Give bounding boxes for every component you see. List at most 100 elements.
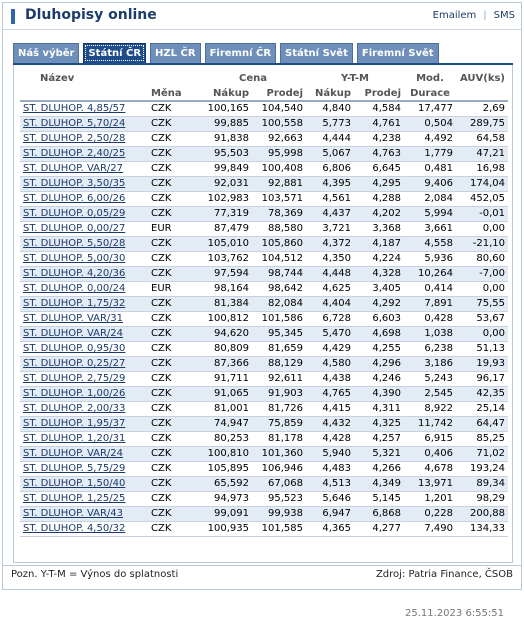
bond-name-link[interactable]: ST. DLUHOP. 3,50/35 <box>23 178 125 189</box>
price-sell-cell: 78,369 <box>252 206 306 222</box>
bond-name-link[interactable]: ST. DLUHOP. 1,25/25 <box>23 493 125 504</box>
price-buy-cell: 97,594 <box>200 266 252 282</box>
bond-name-link[interactable]: ST. DLUHOP. 1,50/40 <box>23 478 125 489</box>
col-header-duration: Durace <box>404 86 456 102</box>
auv-cell: 47,21 <box>456 146 508 162</box>
currency-cell: CZK <box>148 476 200 492</box>
bond-name-link[interactable]: ST. DLUHOP. 2,75/29 <box>23 373 125 384</box>
bond-name-link[interactable]: ST. DLUHOP. VAR/43 <box>23 508 123 519</box>
auv-cell: 64,58 <box>456 131 508 147</box>
bond-name-link[interactable]: ST. DLUHOP. 2,00/33 <box>23 403 125 414</box>
table-row: ST. DLUHOP. 0,00/24 EUR 98,164 98,642 4,625 3… <box>20 281 508 297</box>
bond-name-link[interactable]: ST. DLUHOP. 1,75/32 <box>23 298 125 309</box>
tab-firemni-cr[interactable]: Firemní ČR <box>204 43 277 63</box>
bond-name-link[interactable]: ST. DLUHOP. 1,20/31 <box>23 433 125 444</box>
bond-name-link[interactable]: ST. DLUHOP. 5,75/29 <box>23 463 125 474</box>
price-sell-cell: 106,946 <box>252 461 306 477</box>
header-row-groups: Název Cena Y-T-M Mod. AUV(ks) <box>20 71 508 86</box>
ytm-buy-cell: 6,728 <box>306 311 354 327</box>
bond-name-link[interactable]: ST. DLUHOP. 4,20/36 <box>23 268 125 279</box>
ytm-buy-cell: 4,438 <box>306 371 354 387</box>
duration-cell: 2,084 <box>404 191 456 207</box>
price-buy-cell: 105,010 <box>200 236 252 252</box>
bond-name-link[interactable]: ST. DLUHOP. 0,05/29 <box>23 208 125 219</box>
price-sell-cell: 101,360 <box>252 446 306 462</box>
auv-cell: -7,00 <box>456 266 508 282</box>
tab-nas-vyber[interactable]: Náš výběr <box>13 43 80 63</box>
duration-cell: 0,504 <box>404 116 456 132</box>
ytm-buy-cell: 4,395 <box>306 176 354 192</box>
price-buy-cell: 95,503 <box>200 146 252 162</box>
bond-name-link[interactable]: ST. DLUHOP. 0,95/30 <box>23 343 125 354</box>
currency-cell: CZK <box>148 416 200 432</box>
bond-name-link[interactable]: ST. DLUHOP. 6,00/26 <box>23 193 125 204</box>
duration-cell: 4,678 <box>404 461 456 477</box>
auv-cell: 42,35 <box>456 386 508 402</box>
bond-name-cell: ST. DLUHOP. VAR/43 <box>20 506 148 522</box>
table-row: ST. DLUHOP. VAR/43 CZK 99,091 99,938 6,947 6,… <box>20 506 508 522</box>
price-buy-cell: 81,001 <box>200 401 252 417</box>
currency-cell: EUR <box>148 221 200 237</box>
bond-name-link[interactable]: ST. DLUHOP. VAR/24 <box>23 328 123 339</box>
tab-hzl-cr[interactable]: HZL ČR <box>150 43 201 63</box>
currency-cell: CZK <box>148 356 200 372</box>
price-buy-cell: 77,319 <box>200 206 252 222</box>
tab-statni-cr[interactable]: Státní ČR <box>83 43 147 63</box>
ytm-sell-cell: 5,321 <box>354 446 404 462</box>
bond-name-link[interactable]: ST. DLUHOP. 1,95/37 <box>23 418 125 429</box>
auv-cell: 174,04 <box>456 176 508 192</box>
page-title: Dluhopisy online <box>25 7 157 23</box>
duration-cell: 5,994 <box>404 206 456 222</box>
ytm-sell-cell: 6,645 <box>354 161 404 177</box>
bond-name-link[interactable]: ST. DLUHOP. 5,70/24 <box>23 118 125 129</box>
tab-firemni-svet[interactable]: Firemní Svět <box>356 43 439 63</box>
bond-name-link[interactable]: ST. DLUHOP. 0,00/27 <box>23 223 125 234</box>
bond-table: Název Cena Y-T-M Mod. AUV(ks) Měna Nákup… <box>20 71 508 537</box>
price-sell-cell: 88,580 <box>252 221 306 237</box>
price-buy-cell: 100,165 <box>200 101 252 117</box>
ytm-sell-cell: 4,325 <box>354 416 404 432</box>
ytm-sell-cell: 6,868 <box>354 506 404 522</box>
bond-name-cell: ST. DLUHOP. 0,95/30 <box>20 341 148 357</box>
currency-cell: CZK <box>148 176 200 192</box>
bond-name-link[interactable]: ST. DLUHOP. 0,25/27 <box>23 358 125 369</box>
duration-cell: 6,915 <box>404 431 456 447</box>
bond-name-cell: ST. DLUHOP. VAR/24 <box>20 446 148 462</box>
table-row: ST. DLUHOP. 4,20/36 CZK 97,594 98,744 4,448 4… <box>20 266 508 282</box>
bond-name-link[interactable]: ST. DLUHOP. 4,50/32 <box>23 523 125 534</box>
price-sell-cell: 103,571 <box>252 191 306 207</box>
table-row: ST. DLUHOP. 1,50/40 CZK 65,592 67,068 4,513 4… <box>20 476 508 492</box>
footer-note: Pozn. Y-T-M = Výnos do splatnosti <box>11 569 179 580</box>
bond-name-link[interactable]: ST. DLUHOP. VAR/31 <box>23 313 123 324</box>
tab-statni-svet[interactable]: Státní Svět <box>280 43 353 63</box>
duration-cell: 9,406 <box>404 176 456 192</box>
bond-name-link[interactable]: ST. DLUHOP. VAR/24 <box>23 448 123 459</box>
bond-name-link[interactable]: ST. DLUHOP. 4,85/57 <box>23 103 125 114</box>
ytm-sell-cell: 4,584 <box>354 101 404 117</box>
bond-name-link[interactable]: ST. DLUHOP. 2,50/28 <box>23 133 125 144</box>
price-sell-cell: 99,938 <box>252 506 306 522</box>
bond-name-link[interactable]: ST. DLUHOP. 5,50/28 <box>23 238 125 249</box>
duration-cell: 1,779 <box>404 146 456 162</box>
bond-name-link[interactable]: ST. DLUHOP. VAR/27 <box>23 163 123 174</box>
bond-name-link[interactable]: ST. DLUHOP. 5,00/30 <box>23 253 125 264</box>
ytm-sell-cell: 4,311 <box>354 401 404 417</box>
ytm-buy-cell: 5,470 <box>306 326 354 342</box>
bond-name-link[interactable]: ST. DLUHOP. 0,00/24 <box>23 283 125 294</box>
table-row: ST. DLUHOP. 2,40/25 CZK 95,503 95,998 5,067 4… <box>20 146 508 162</box>
duration-cell: 5,243 <box>404 371 456 387</box>
auv-cell: 51,13 <box>456 341 508 357</box>
ytm-buy-cell: 4,365 <box>306 521 354 537</box>
ytm-sell-cell: 4,255 <box>354 341 404 357</box>
bond-name-cell: ST. DLUHOP. VAR/24 <box>20 326 148 342</box>
table-row: ST. DLUHOP. 2,75/29 CZK 91,711 92,611 4,438 4… <box>20 371 508 387</box>
currency-cell: CZK <box>148 236 200 252</box>
table-row: ST. DLUHOP. VAR/31 CZK 100,812 101,586 6,728… <box>20 311 508 327</box>
bond-name-link[interactable]: ST. DLUHOP. 1,00/26 <box>23 388 125 399</box>
bond-name-cell: ST. DLUHOP. 1,50/40 <box>20 476 148 492</box>
bond-name-link[interactable]: ST. DLUHOP. 2,40/25 <box>23 148 125 159</box>
price-sell-cell: 92,663 <box>252 131 306 147</box>
price-sell-cell: 88,129 <box>252 356 306 372</box>
email-link[interactable]: Emailem <box>433 10 477 21</box>
sms-link[interactable]: SMS <box>494 10 515 21</box>
